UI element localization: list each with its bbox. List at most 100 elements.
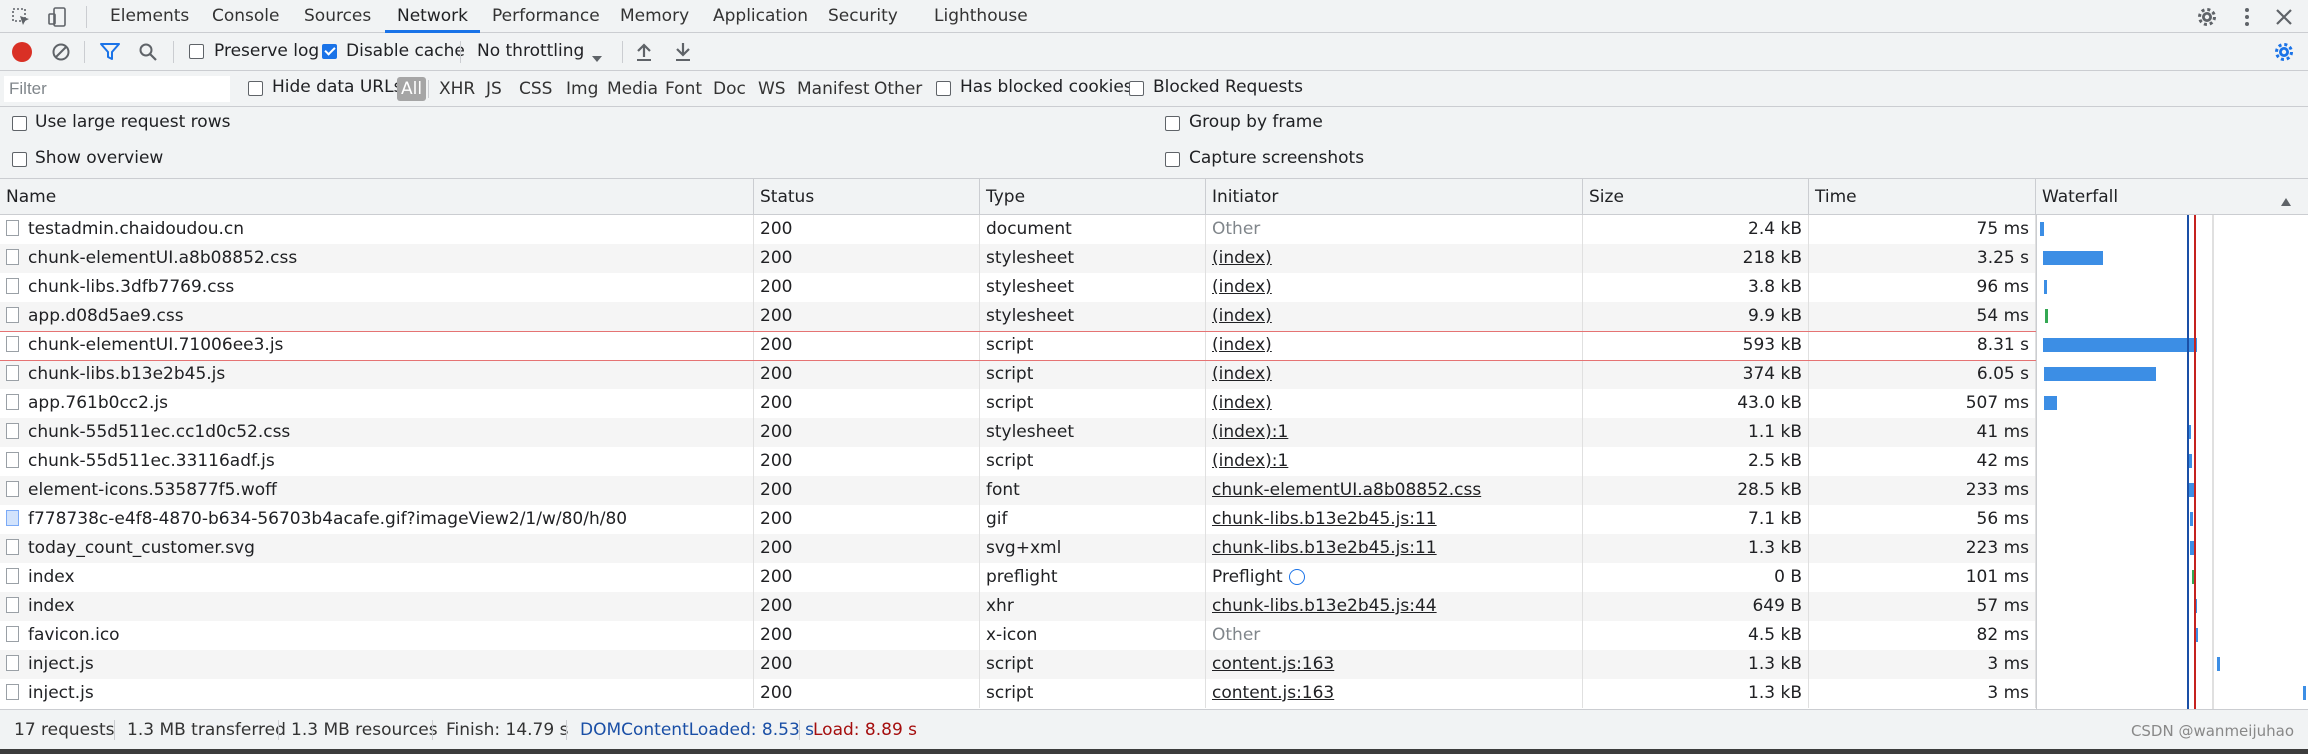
search-icon[interactable] <box>138 42 158 67</box>
table-row[interactable]: chunk-elementUI.71006ee3.js 200 script (ind… <box>0 331 2036 360</box>
close-icon[interactable] <box>2273 6 2295 28</box>
cell-initiator[interactable]: Other <box>1206 215 1583 244</box>
initiator-text[interactable]: Other <box>1212 219 1260 239</box>
initiator-text[interactable]: chunk-libs.b13e2b45.js:44 <box>1212 596 1437 616</box>
initiator-text[interactable]: (index) <box>1212 277 1272 297</box>
blocked-requests-checkbox[interactable] <box>1129 81 1144 96</box>
inspect-element-icon[interactable] <box>10 6 32 28</box>
cell-initiator[interactable]: chunk-elementUI.a8b08852.css <box>1206 476 1583 505</box>
tab-sources[interactable]: Sources <box>304 0 371 33</box>
tab-performance[interactable]: Performance <box>492 0 600 33</box>
preflight-link-icon[interactable] <box>1288 569 1305 585</box>
network-settings-gear-icon[interactable] <box>2273 41 2295 68</box>
initiator-text[interactable]: (index):1 <box>1212 422 1288 442</box>
initiator-text[interactable]: content.js:163 <box>1212 654 1334 674</box>
cell-initiator[interactable]: (index) <box>1206 273 1583 302</box>
initiator-text[interactable]: (index) <box>1212 306 1272 326</box>
cell-initiator[interactable]: (index) <box>1206 302 1583 331</box>
type-filter-css[interactable]: CSS <box>516 77 555 101</box>
device-toolbar-icon[interactable] <box>47 6 69 28</box>
cell-initiator[interactable]: (index):1 <box>1206 418 1583 447</box>
tab-security[interactable]: Security <box>828 0 898 33</box>
disable-cache-checkbox[interactable] <box>322 44 337 59</box>
type-filter-ws[interactable]: WS <box>755 77 789 101</box>
type-filter-other[interactable]: Other <box>871 77 925 101</box>
cell-initiator[interactable]: (index) <box>1206 331 1583 360</box>
filter-input[interactable] <box>4 76 230 102</box>
table-row[interactable]: f778738c-e4f8-4870-b634-56703b4acafe.gif… <box>0 505 2036 534</box>
cell-initiator[interactable]: Preflight <box>1206 563 1583 592</box>
initiator-text[interactable]: chunk-libs.b13e2b45.js:11 <box>1212 538 1437 558</box>
table-row[interactable]: app.761b0cc2.js 200 script (index) 43.0 kB 50… <box>0 389 2036 418</box>
large-rows-checkbox[interactable] <box>12 116 27 131</box>
record-icon[interactable] <box>12 42 32 62</box>
import-har-icon[interactable] <box>635 41 653 66</box>
column-header-waterfall[interactable]: Waterfall <box>2036 179 2308 215</box>
preserve-log-checkbox[interactable] <box>189 44 204 59</box>
capture-screenshots-checkbox[interactable] <box>1165 152 1180 167</box>
cell-initiator[interactable]: content.js:163 <box>1206 679 1583 708</box>
table-row[interactable]: app.d08d5ae9.css 200 stylesheet (index) 9.9 … <box>0 302 2036 331</box>
table-row[interactable]: chunk-libs.b13e2b45.js 200 script (index) 37… <box>0 360 2036 389</box>
table-row[interactable]: inject.js 200 script content.js:163 1.3 kB 3 … <box>0 679 2036 708</box>
export-har-icon[interactable] <box>674 41 692 66</box>
column-header-type[interactable]: Type <box>980 179 1206 215</box>
initiator-text[interactable]: Preflight <box>1212 567 1283 587</box>
initiator-text[interactable]: Other <box>1212 625 1260 645</box>
initiator-text[interactable]: (index) <box>1212 335 1272 355</box>
tab-memory[interactable]: Memory <box>620 0 689 33</box>
table-row[interactable]: favicon.ico 200 x-icon Other 4.5 kB 82 ms <box>0 621 2036 650</box>
table-row[interactable]: element-icons.535877f5.woff 200 font chunk-… <box>0 476 2036 505</box>
cell-initiator[interactable]: (index) <box>1206 244 1583 273</box>
column-header-status[interactable]: Status <box>754 179 980 215</box>
table-row[interactable]: chunk-libs.3dfb7769.css 200 stylesheet (ind… <box>0 273 2036 302</box>
tab-elements[interactable]: Elements <box>110 0 189 33</box>
tab-console[interactable]: Console <box>212 0 280 33</box>
type-filter-font[interactable]: Font <box>662 77 705 101</box>
type-filter-doc[interactable]: Doc <box>710 77 749 101</box>
cell-initiator[interactable]: chunk-libs.b13e2b45.js:11 <box>1206 505 1583 534</box>
filter-funnel-icon[interactable] <box>99 42 121 67</box>
group-by-frame-checkbox[interactable] <box>1165 116 1180 131</box>
cell-initiator[interactable]: (index) <box>1206 389 1583 418</box>
cell-initiator[interactable]: content.js:163 <box>1206 650 1583 679</box>
hide-data-urls-checkbox[interactable] <box>248 81 263 96</box>
table-row[interactable]: index 200 preflight Preflight 0 B 101 ms <box>0 563 2036 592</box>
table-row[interactable]: index 200 xhr chunk-libs.b13e2b45.js:44 649 … <box>0 592 2036 621</box>
tab-network[interactable]: Network <box>385 0 480 33</box>
table-row[interactable]: inject.js 200 script content.js:163 1.3 kB 3 … <box>0 650 2036 679</box>
type-filter-all[interactable]: All <box>397 77 427 101</box>
initiator-text[interactable]: (index) <box>1212 364 1272 384</box>
settings-gear-icon[interactable] <box>2196 6 2218 28</box>
initiator-text[interactable]: chunk-libs.b13e2b45.js:11 <box>1212 509 1437 529</box>
has-blocked-cookies-checkbox[interactable] <box>936 81 951 96</box>
column-header-initiator[interactable]: Initiator <box>1206 179 1583 215</box>
type-filter-manifest[interactable]: Manifest <box>794 77 873 101</box>
column-header-time[interactable]: Time <box>1809 179 2036 215</box>
cell-initiator[interactable]: Other <box>1206 621 1583 650</box>
table-row[interactable]: today_count_customer.svg 200 svg+xml chunk-… <box>0 534 2036 563</box>
type-filter-media[interactable]: Media <box>604 77 661 101</box>
initiator-text[interactable]: content.js:163 <box>1212 683 1334 703</box>
type-filter-js[interactable]: JS <box>483 77 505 101</box>
type-filter-xhr[interactable]: XHR <box>436 77 478 101</box>
throttling-select[interactable]: No throttling <box>477 41 584 61</box>
cell-initiator[interactable]: chunk-libs.b13e2b45.js:11 <box>1206 534 1583 563</box>
tab-lighthouse[interactable]: Lighthouse <box>934 0 1028 33</box>
more-options-icon[interactable] <box>2236 6 2258 28</box>
show-overview-checkbox[interactable] <box>12 152 27 167</box>
cell-initiator[interactable]: chunk-libs.b13e2b45.js:44 <box>1206 592 1583 621</box>
cell-initiator[interactable]: (index):1 <box>1206 447 1583 476</box>
initiator-text[interactable]: (index) <box>1212 393 1272 413</box>
table-row[interactable]: chunk-55d511ec.cc1d0c52.css 200 stylesheet… <box>0 418 2036 447</box>
initiator-text[interactable]: chunk-elementUI.a8b08852.css <box>1212 480 1481 500</box>
table-row[interactable]: chunk-55d511ec.33116adf.js 200 script (inde… <box>0 447 2036 476</box>
column-header-name[interactable]: Name <box>0 179 754 215</box>
tab-application[interactable]: Application <box>713 0 808 33</box>
initiator-text[interactable]: (index) <box>1212 248 1272 268</box>
type-filter-img[interactable]: Img <box>563 77 601 101</box>
cell-initiator[interactable]: (index) <box>1206 360 1583 389</box>
table-row[interactable]: testadmin.chaidoudou.cn 200 document Other 2… <box>0 215 2036 244</box>
table-row[interactable]: chunk-elementUI.a8b08852.css 200 styleshee… <box>0 244 2036 273</box>
initiator-text[interactable]: (index):1 <box>1212 451 1288 471</box>
